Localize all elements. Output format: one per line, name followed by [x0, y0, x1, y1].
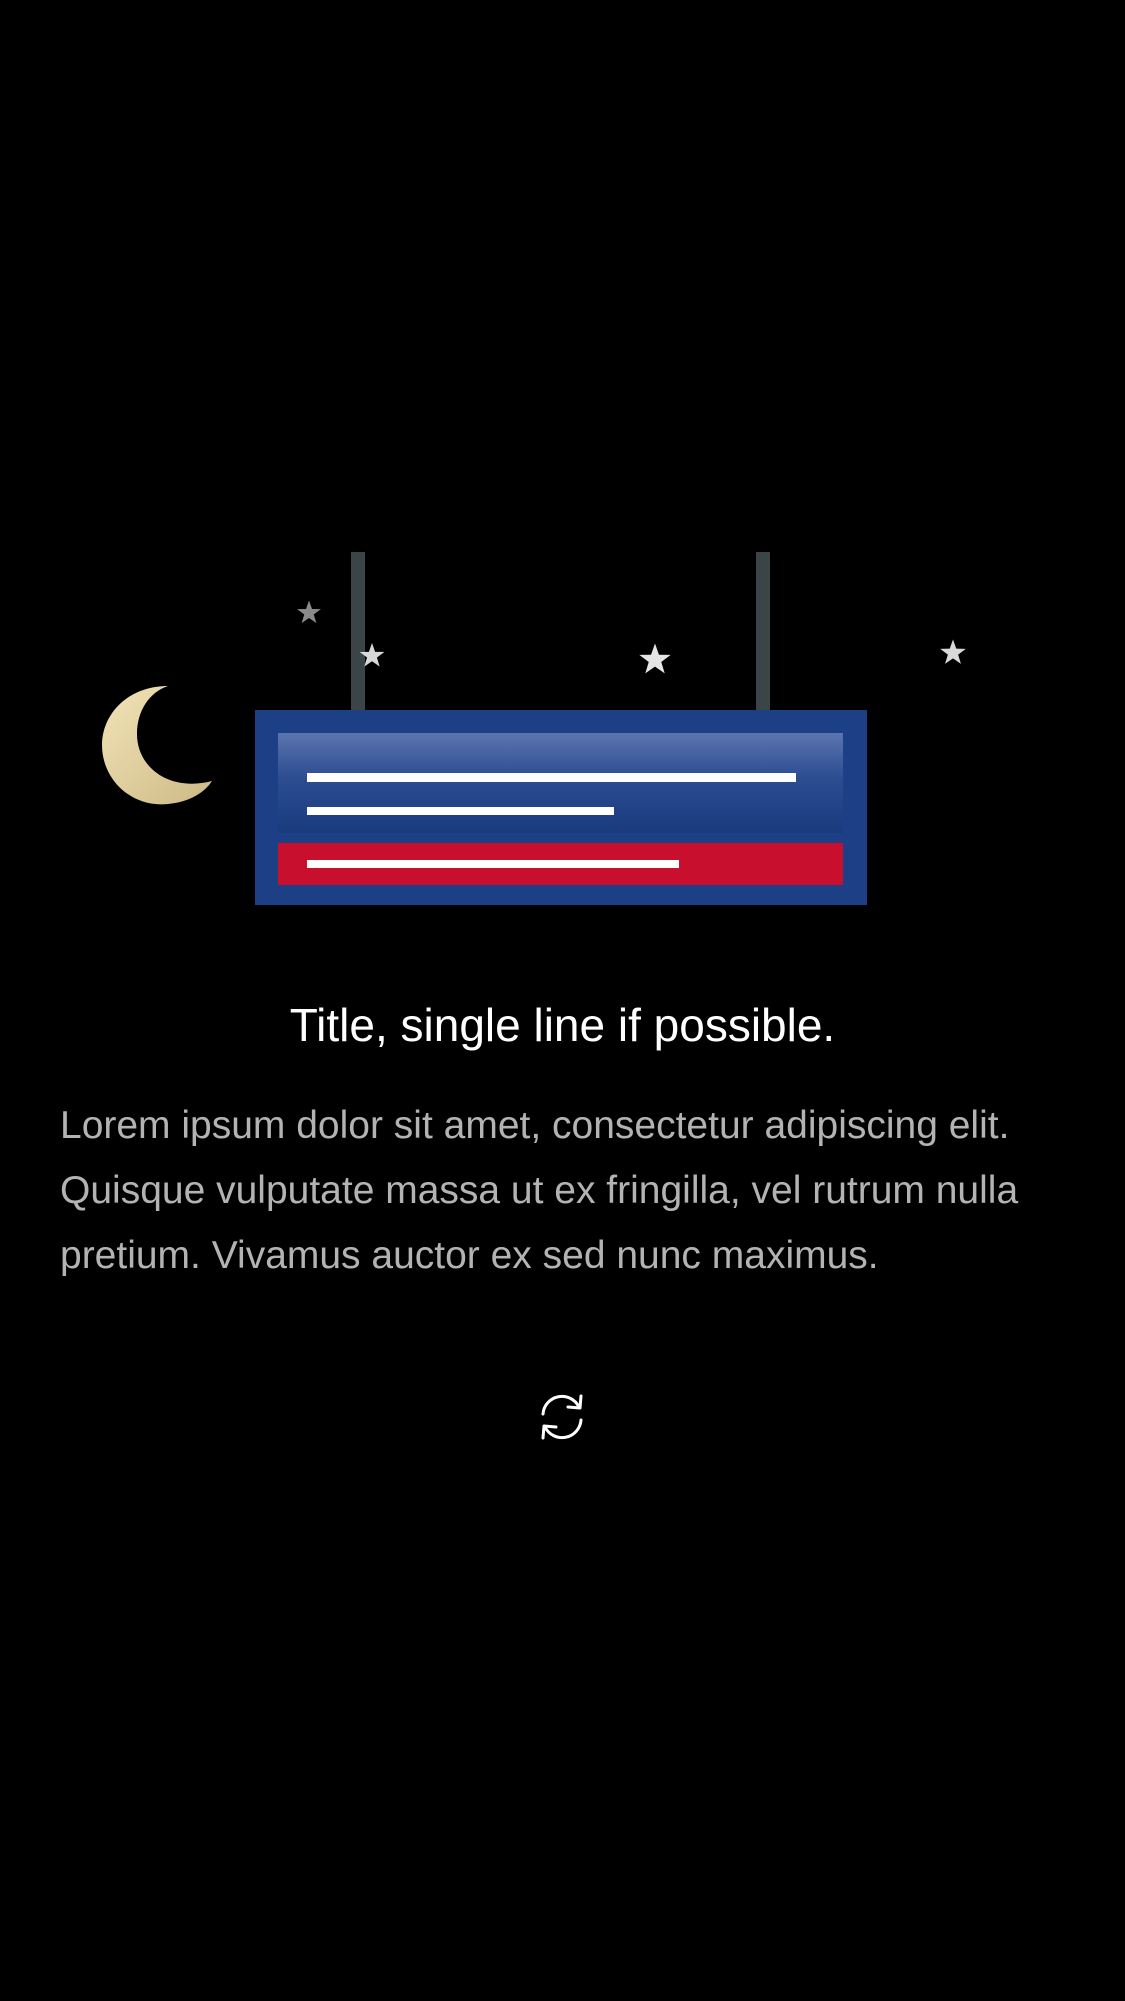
right-hanging-pole [756, 552, 770, 712]
sign-band-line [307, 860, 679, 868]
hanging-sign-illustration [102, 552, 966, 905]
star-icon [940, 639, 966, 664]
sign-panel [278, 733, 843, 833]
left-hanging-pole [351, 552, 365, 712]
star-icon [639, 643, 671, 674]
sign-line-long [307, 773, 796, 782]
refresh-icon [541, 1394, 583, 1440]
moon-icon [102, 686, 212, 805]
sign-line-short [307, 807, 614, 815]
star-icon [297, 600, 321, 624]
empty-state-title: Title, single line if possible. [289, 999, 836, 1051]
refresh-button[interactable] [527, 1382, 597, 1452]
empty-state-description: Lorem ipsum dolor sit amet, consectetur … [60, 1104, 1019, 1277]
